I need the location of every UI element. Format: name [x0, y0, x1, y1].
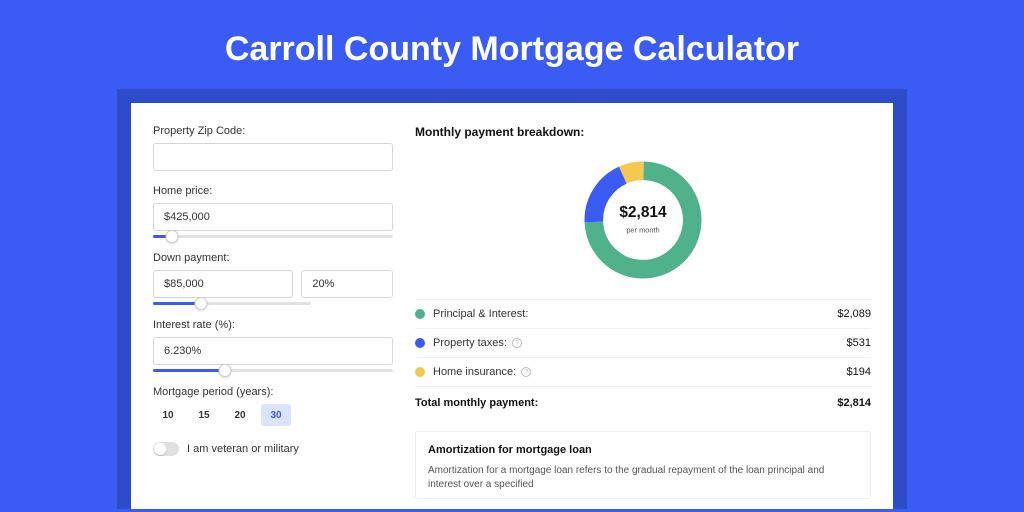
period-btn-15[interactable]: 15 [189, 404, 219, 426]
donut-svg: $2,814 per month [578, 155, 708, 285]
amortization-text: Amortization for a mortgage loan refers … [428, 464, 858, 492]
home-price-slider[interactable] [153, 235, 393, 238]
zip-input[interactable] [153, 143, 393, 171]
breakdown-label: Property taxes: [433, 337, 507, 349]
dot-icon [415, 367, 425, 377]
home-price-input[interactable] [153, 203, 393, 231]
interest-field: Interest rate (%): [153, 319, 393, 372]
total-row: Total monthly payment: $2,814 [415, 386, 871, 423]
down-payment-input[interactable] [153, 270, 293, 298]
interest-input[interactable] [153, 337, 393, 365]
total-amount: $2,814 [837, 397, 871, 409]
slider-thumb[interactable] [219, 364, 232, 377]
home-price-field: Home price: [153, 185, 393, 238]
breakdown-row-principal: Principal & Interest: $2,089 [415, 299, 871, 328]
zip-label: Property Zip Code: [153, 125, 393, 137]
breakdown-row-insurance: Home insurance: ? $194 [415, 357, 871, 386]
inner-panel: Property Zip Code: Home price: Down paym… [117, 89, 907, 509]
period-label: Mortgage period (years): [153, 386, 393, 398]
donut-chart: $2,814 per month [415, 147, 871, 299]
slider-thumb[interactable] [166, 230, 179, 243]
dot-icon [415, 309, 425, 319]
interest-slider[interactable] [153, 369, 393, 372]
down-payment-label: Down payment: [153, 252, 393, 264]
period-btn-30[interactable]: 30 [261, 404, 291, 426]
down-payment-field: Down payment: [153, 252, 393, 305]
total-label: Total monthly payment: [415, 397, 538, 409]
calculator-card: Property Zip Code: Home price: Down paym… [131, 103, 893, 509]
form-column: Property Zip Code: Home price: Down paym… [153, 125, 393, 499]
breakdown-column: Monthly payment breakdown: $2,814 per mo… [415, 125, 871, 499]
veteran-label: I am veteran or military [187, 443, 299, 455]
amortization-box: Amortization for mortgage loan Amortizat… [415, 431, 871, 499]
breakdown-row-taxes: Property taxes: ? $531 [415, 328, 871, 357]
period-buttons: 10 15 20 30 [153, 404, 393, 426]
donut-sub: per month [626, 225, 659, 234]
breakdown-label: Principal & Interest: [433, 308, 528, 320]
period-field: Mortgage period (years): 10 15 20 30 [153, 386, 393, 426]
breakdown-label: Home insurance: [433, 366, 516, 378]
veteran-toggle[interactable] [153, 442, 179, 456]
breakdown-amount: $2,089 [837, 308, 871, 320]
breakdown-amount: $531 [847, 337, 871, 349]
down-payment-pct-input[interactable] [301, 270, 393, 298]
interest-label: Interest rate (%): [153, 319, 393, 331]
dot-icon [415, 338, 425, 348]
donut-amount: $2,814 [619, 204, 667, 221]
slider-thumb[interactable] [194, 297, 207, 310]
period-btn-10[interactable]: 10 [153, 404, 183, 426]
period-btn-20[interactable]: 20 [225, 404, 255, 426]
info-icon[interactable]: ? [512, 338, 522, 348]
breakdown-heading: Monthly payment breakdown: [415, 125, 871, 139]
amortization-heading: Amortization for mortgage loan [428, 444, 858, 456]
down-payment-slider[interactable] [153, 302, 311, 305]
veteran-row: I am veteran or military [153, 442, 393, 456]
home-price-label: Home price: [153, 185, 393, 197]
page-title: Carroll County Mortgage Calculator [0, 0, 1024, 89]
breakdown-amount: $194 [847, 366, 871, 378]
zip-field: Property Zip Code: [153, 125, 393, 171]
info-icon[interactable]: ? [521, 367, 531, 377]
